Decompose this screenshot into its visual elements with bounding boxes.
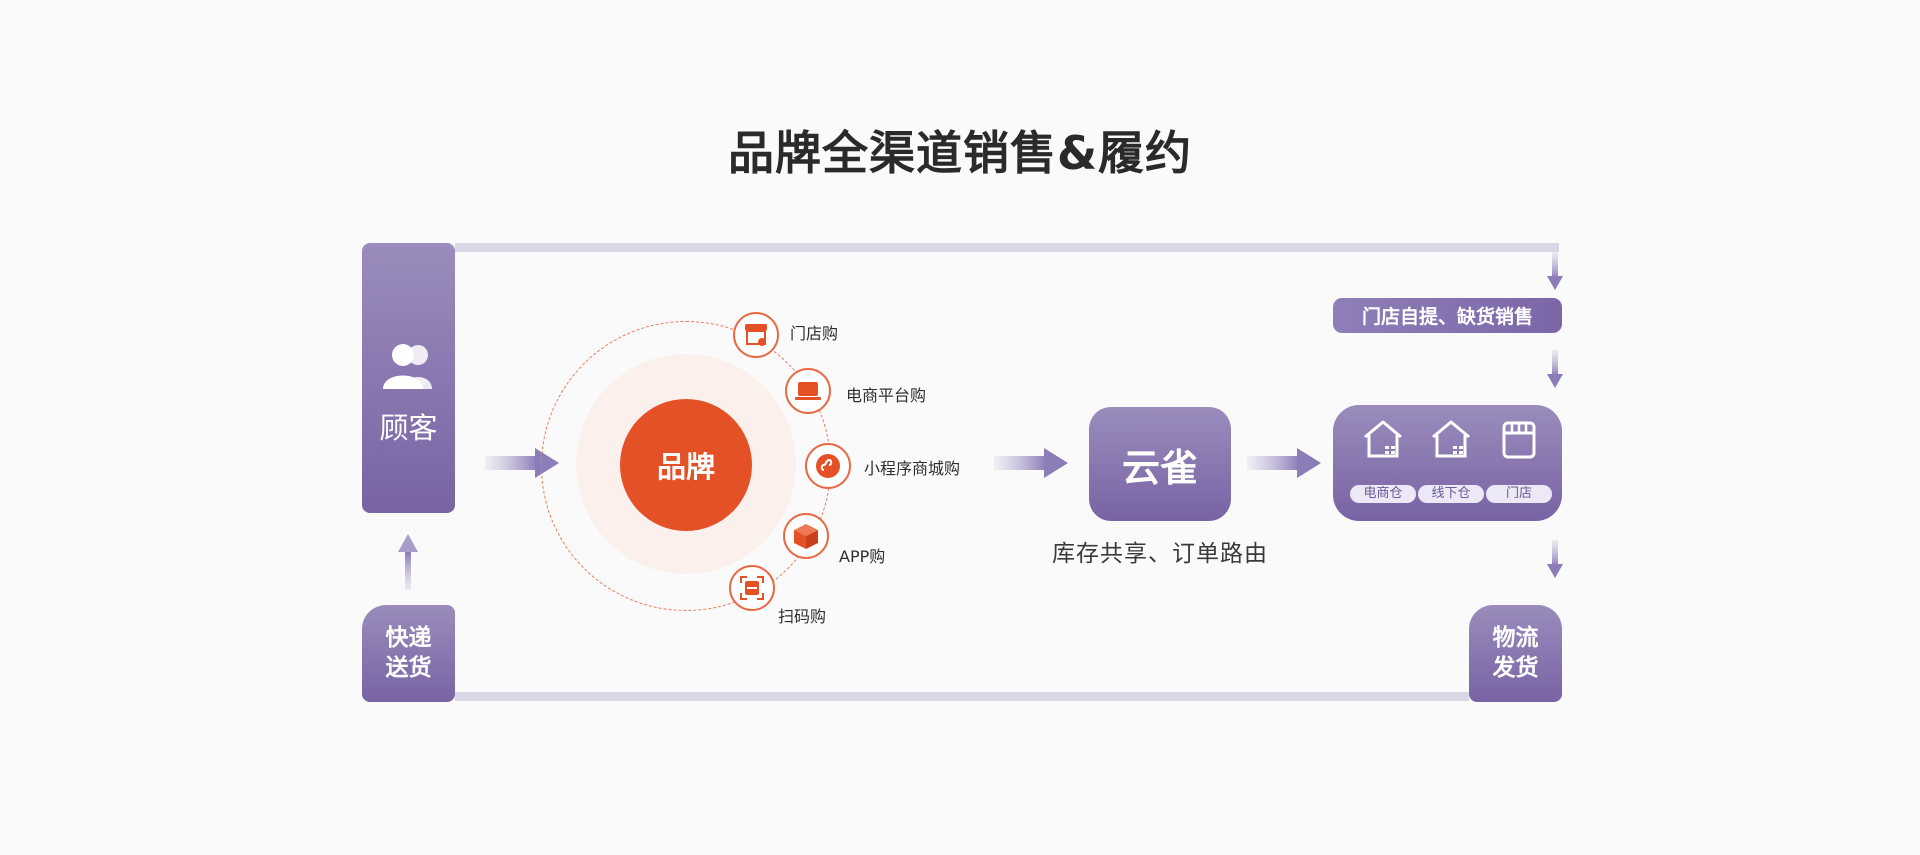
channel-store-icon [733, 312, 779, 358]
arrow-down-icon [1547, 252, 1563, 290]
arrow-down-icon [1547, 540, 1563, 578]
warehouse-icon [1364, 420, 1402, 458]
mini-program-icon [816, 454, 840, 478]
channel-ecommerce-icon [785, 368, 831, 414]
warehouse-offline-label: 线下仓 [1418, 485, 1484, 503]
warehouse-icon [1432, 420, 1470, 458]
yunque-box: 云雀 [1089, 407, 1231, 521]
logistics-line-2: 发货 [1492, 655, 1539, 681]
yunque-subtitle: 库存共享、订单路由 [1052, 541, 1268, 567]
express-line-2: 送货 [385, 655, 432, 681]
warehouse-ecommerce-label: 电商仓 [1350, 485, 1416, 503]
warehouse-store: 门店 [1486, 419, 1552, 503]
scan-icon [740, 576, 764, 600]
arrow-right-icon [994, 448, 1068, 478]
top-track [455, 243, 1559, 252]
channel-store-label: 门店购 [790, 324, 839, 343]
logistics-line-1: 物流 [1492, 625, 1539, 651]
warehouse-store-label: 门店 [1486, 485, 1552, 503]
channel-ecommerce-label: 电商平台购 [846, 386, 927, 405]
up-arrow-icon [398, 534, 418, 590]
arrow-right-icon [1247, 448, 1321, 478]
channel-miniprogram-label: 小程序商城购 [864, 459, 961, 478]
brand-circle: 品牌 [620, 399, 752, 531]
channel-app-icon [783, 513, 829, 559]
store-icon [745, 324, 767, 346]
customer-label: 顾客 [379, 411, 438, 445]
express-line-1: 快递 [385, 625, 432, 651]
customer-box: 顾客 [362, 243, 455, 513]
box-icon [794, 524, 818, 549]
channel-app-label: APP购 [839, 547, 886, 566]
pickup-pill: 门店自提、缺货销售 [1333, 298, 1562, 333]
page-title: 品牌全渠道销售&履约 [727, 126, 1193, 180]
channel-scan-icon [729, 565, 775, 611]
warehouse-box: 电商仓 线下仓 门店 [1333, 405, 1562, 521]
channel-scan-label: 扫码购 [778, 607, 827, 626]
arrow-down-icon [1547, 350, 1563, 388]
users-icon [383, 344, 432, 389]
laptop-icon [795, 382, 821, 400]
warehouse-ecommerce: 电商仓 [1350, 419, 1416, 503]
shop-icon [1502, 421, 1536, 459]
warehouse-offline: 线下仓 [1418, 419, 1484, 503]
logistics-box: 物流 发货 [1469, 605, 1562, 702]
express-delivery-box: 快递 送货 [362, 605, 455, 702]
channel-miniprogram-icon [805, 443, 851, 489]
bottom-track [455, 692, 1469, 701]
